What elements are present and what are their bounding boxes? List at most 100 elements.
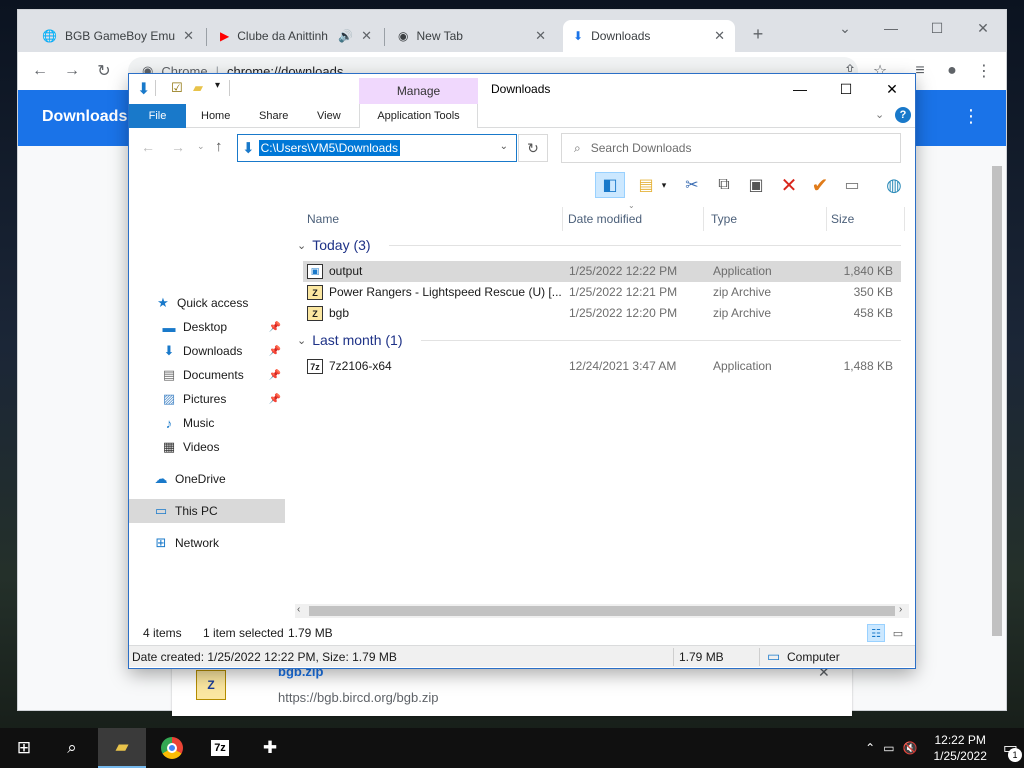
scroll-left-icon[interactable]: ‹ [297,604,300,615]
reload-icon[interactable]: ↻ [92,60,116,82]
file-row[interactable]: Z bgb 1/25/2022 12:20 PM zip Archive 458… [303,303,901,324]
nav-onedrive[interactable]: ☁ OneDrive [129,467,285,491]
minimize-button[interactable]: — [777,74,823,104]
group-header-last-month[interactable]: ⌄ Last month (1) [297,329,907,351]
layout-pane-icon[interactable]: ◧ [595,172,625,198]
close-button[interactable]: ✕ [960,14,1006,42]
nav-this-pc[interactable]: ▭ This PC [129,499,285,523]
new-folder-icon[interactable]: ▰ [193,80,203,96]
tab-home[interactable]: Home [191,104,240,128]
tab-application-tools[interactable]: Application Tools [359,104,478,128]
delete-icon[interactable]: ✕ [776,172,802,198]
rename-icon[interactable]: ▭ [839,172,865,198]
notification-icon[interactable]: ▭ 1 [1003,738,1022,762]
refresh-button[interactable]: ↻ [518,134,548,162]
close-tab-icon[interactable]: ✕ [361,28,372,44]
nav-videos[interactable]: ▦ Videos [129,435,285,459]
new-tab-button[interactable]: + [740,20,776,48]
file-row[interactable]: 7z 7z2106-x64 12/24/2021 3:47 AM Applica… [303,356,901,377]
pin-icon[interactable]: 📌 [269,370,281,381]
download-url[interactable]: https://bgb.bircd.org/bgb.zip [278,690,438,705]
close-tab-icon[interactable]: ✕ [714,28,725,44]
scroll-thumb[interactable] [309,606,895,616]
nav-downloads[interactable]: ⬇ Downloads 📌 [129,339,285,363]
address-bar[interactable]: ⬇ C:\Users\VM5\Downloads ⌄ [237,134,517,162]
address-input[interactable]: C:\Users\VM5\Downloads [258,140,400,156]
group-header-today[interactable]: ⌄ Today (3) [297,234,907,256]
check-icon[interactable]: ✔ [807,172,833,198]
scroll-right-icon[interactable]: › [899,604,902,615]
nav-network[interactable]: ⊞ Network [129,531,285,555]
help-icon[interactable]: ? [895,107,911,123]
close-tab-icon[interactable]: ✕ [535,28,546,44]
close-button[interactable]: ✕ [869,74,915,104]
speaker-icon[interactable]: 🔊 [338,29,353,43]
tab-share[interactable]: Share [249,104,298,128]
chrome-taskbar-button[interactable] [148,728,196,768]
paste-icon[interactable]: ▣ [743,172,769,198]
game-controller-taskbar-button[interactable]: ✚ [246,728,294,768]
details-size: 1.79 MB [679,650,724,664]
speaker-muted-icon[interactable]: 🔇 [903,741,918,755]
details-view-icon[interactable]: ☷ [867,624,885,642]
expand-ribbon-icon[interactable]: ⌄ [875,108,884,121]
tab-youtube[interactable]: ▶ Clube da Anittinh 🔊 ✕ [210,20,382,52]
nav-pictures[interactable]: ▨ Pictures 📌 [129,387,285,411]
manage-context-tab[interactable]: Manage [359,78,478,104]
back-icon[interactable]: ← [141,139,155,155]
new-item-icon[interactable]: ▤ [633,172,659,198]
quick-access-toolbar-dropdown-icon[interactable]: ▾ [215,80,220,91]
tab-file[interactable]: File [129,104,186,128]
minimize-button[interactable]: — [868,14,914,42]
search-input[interactable]: ⌕ Search Downloads [561,133,901,163]
chevron-up-icon[interactable]: ⌃ [865,741,875,755]
menu-icon[interactable]: ⋮ [972,60,996,82]
column-name[interactable]: Name [301,207,563,231]
maximize-button[interactable]: ☐ [823,74,869,104]
page-scrollbar[interactable] [992,166,1002,636]
up-icon[interactable]: ↑ [215,138,223,155]
cut-icon[interactable]: ✂ [679,172,705,198]
pin-icon[interactable]: 📌 [269,346,281,357]
nav-documents[interactable]: ▤ Documents 📌 [129,363,285,387]
tab-bgb[interactable]: 🌐 BGB GameBoy Emulat ✕ [32,20,204,52]
column-date-modified[interactable]: Date modified [562,207,704,231]
tab-downloads[interactable]: ⬇ Downloads ✕ [563,20,735,52]
tab-view[interactable]: View [307,104,351,128]
avatar[interactable]: ● [940,60,964,82]
properties-icon[interactable]: ☑ [171,80,183,96]
more-options-icon[interactable]: ⋮ [962,106,980,127]
copy-icon[interactable]: ⧉ [711,172,737,198]
forward-icon[interactable]: → [171,139,185,155]
videos-icon: ▦ [162,439,176,454]
pin-icon[interactable]: 📌 [269,322,281,333]
file-explorer-taskbar-button[interactable]: ▰ [98,728,146,768]
search-icon[interactable]: ⌕ [48,728,96,768]
horizontal-scrollbar[interactable]: ‹ › [295,604,909,618]
clock[interactable]: 12:22 PM 1/25/2022 [925,732,994,764]
close-tab-icon[interactable]: ✕ [183,28,194,44]
forward-icon[interactable]: → [60,60,84,82]
navigation-pane: ★ Quick access ▬ Desktop 📌 ⬇ Downloads 📌… [129,201,289,619]
pin-icon[interactable]: 📌 [269,394,281,405]
file-row[interactable]: Z Power Rangers - Lightspeed Rescue (U) … [303,282,901,303]
file-row[interactable]: ▣ output 1/25/2022 12:22 PM Application … [303,261,901,282]
column-type[interactable]: Type [705,207,827,231]
address-dropdown-icon[interactable]: ⌄ [500,141,508,152]
nav-desktop[interactable]: ▬ Desktop 📌 [129,315,285,339]
large-icons-view-icon[interactable]: ▭ [889,624,907,642]
globe-icon[interactable]: ◍ [881,172,907,198]
7zip-icon: 7z [307,359,323,374]
nav-music[interactable]: ♪ Music [129,411,285,435]
recent-locations-icon[interactable]: ⌄ [197,141,205,152]
maximize-button[interactable]: ☐ [914,14,960,42]
tab-search-icon[interactable]: ⌄ [822,14,868,42]
column-size[interactable]: Size [825,207,905,231]
start-button[interactable]: ⊞ [0,728,48,768]
7zip-taskbar-button[interactable]: 7z [196,728,244,768]
tab-new-tab[interactable]: ◉ New Tab ✕ [388,20,556,52]
back-icon[interactable]: ← [28,60,52,82]
network-icon[interactable]: ▭ [883,741,894,755]
new-item-dropdown-icon[interactable]: ▾ [657,172,671,198]
nav-quick-access[interactable]: ★ Quick access [129,291,285,315]
